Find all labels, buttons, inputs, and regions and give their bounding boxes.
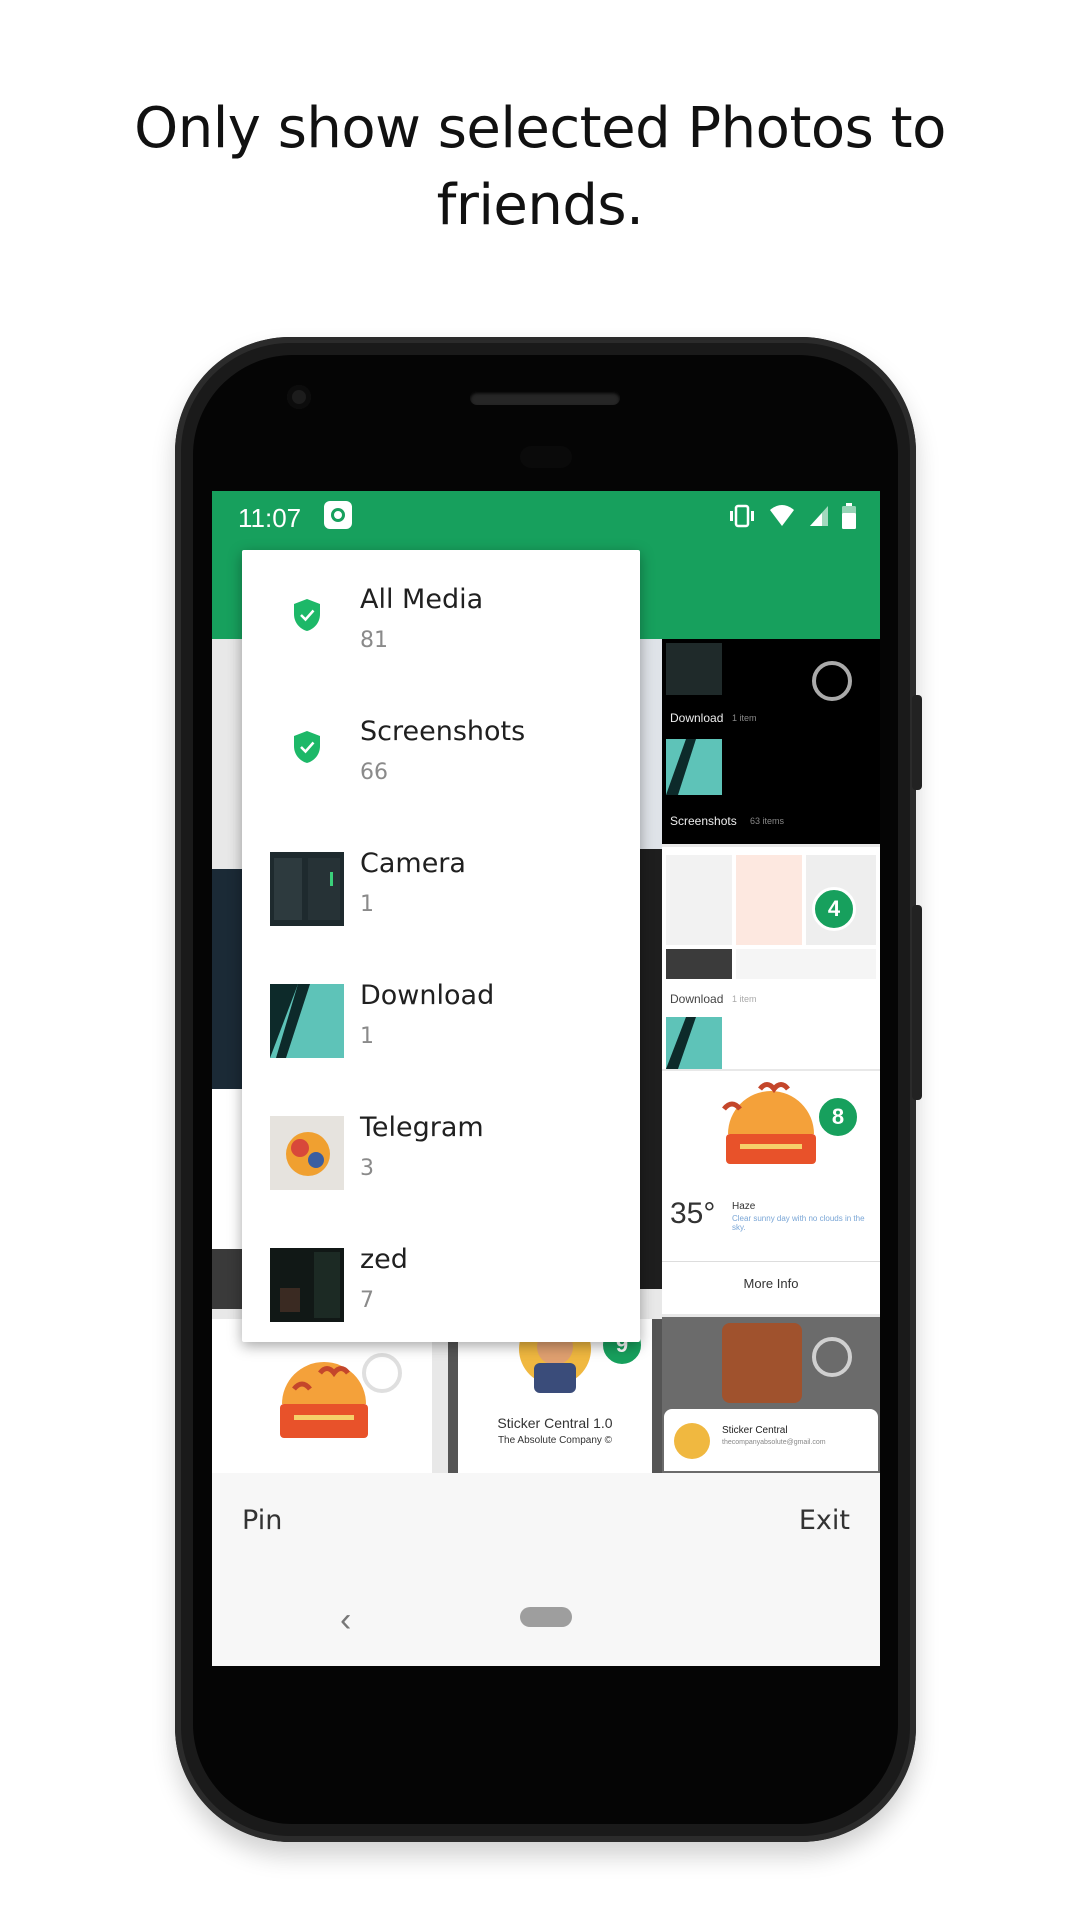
menu-item-download[interactable]: Download 1	[242, 946, 640, 1078]
selected-count-badge: 4	[812, 887, 856, 931]
select-ring[interactable]	[362, 1353, 402, 1393]
album-tile-screenshots[interactable]: 4 Download 1 item	[662, 847, 880, 1069]
bottom-action-bar: Pin Exit	[212, 1481, 880, 1581]
home-pill-icon[interactable]	[520, 1607, 572, 1627]
menu-item-all-media[interactable]: All Media 81	[242, 550, 640, 682]
sticker-app-company: The Absolute Company ©	[497, 1435, 613, 1446]
album-label: Download	[670, 711, 724, 725]
album-thumb	[666, 643, 722, 695]
app-logo-icon	[324, 501, 352, 529]
menu-item-telegram[interactable]: Telegram 3	[242, 1078, 640, 1210]
navigation-bar: ‹	[212, 1581, 880, 1666]
exit-button[interactable]: Exit	[799, 1505, 850, 1536]
screenshot-thumb	[666, 855, 732, 945]
menu-item-zed[interactable]: zed 7	[242, 1210, 640, 1342]
front-camera	[287, 385, 311, 409]
photo-tile[interactable]	[640, 849, 662, 1289]
sticker-card-name: Sticker Central	[722, 1425, 788, 1436]
menu-item-camera[interactable]: Camera 1	[242, 814, 640, 946]
weather-screenshot-tile[interactable]: 8 35° Haze Clear sunny day with no cloud…	[662, 1071, 880, 1314]
menu-item-count: 3	[360, 1156, 374, 1181]
camera-thumbnail	[270, 852, 344, 926]
earpiece	[470, 391, 620, 405]
select-ring[interactable]	[812, 661, 852, 701]
shield-icon	[294, 731, 320, 763]
menu-item-title: Camera	[360, 848, 466, 879]
back-icon[interactable]: ‹	[340, 1601, 351, 1640]
album-count: 1 item	[732, 713, 757, 723]
shield-icon	[294, 599, 320, 631]
photo-tile[interactable]	[212, 1249, 242, 1309]
sticker-image	[722, 1323, 802, 1403]
album-thumb	[666, 1017, 722, 1069]
sunset-sticker-image	[722, 1082, 816, 1164]
select-ring[interactable]	[812, 1337, 852, 1377]
more-info-link: More Info	[743, 1276, 799, 1291]
download-thumbnail	[270, 984, 344, 1058]
sticker-card: Sticker Central thecompanyabsolute@gmail…	[664, 1409, 878, 1471]
folder-dropdown-menu: All Media 81 Screenshots 66 Camera 1 Dow…	[242, 550, 640, 1342]
menu-item-count: 7	[360, 1288, 374, 1313]
menu-item-title: Telegram	[360, 1112, 484, 1143]
menu-item-count: 66	[360, 760, 388, 785]
telegram-thumbnail	[270, 1116, 344, 1190]
sticker-card-email: thecompanyabsolute@gmail.com	[722, 1439, 826, 1446]
album-count: 63 items	[750, 816, 785, 826]
screenshot-thumb	[736, 855, 802, 945]
album-count: 1 item	[732, 994, 757, 1004]
photo-tile[interactable]: 9 Sticker Central 1.0 The Absolute Compa…	[448, 1319, 662, 1473]
album-label: Screenshots	[670, 814, 737, 828]
menu-item-title: All Media	[360, 584, 484, 615]
weather-desc: Clear sunny day with no clouds in the sk…	[732, 1214, 865, 1232]
menu-item-title: Screenshots	[360, 716, 526, 747]
album-thumb	[666, 739, 722, 795]
weather-cond: Haze	[732, 1201, 756, 1212]
phone-power-button	[912, 695, 922, 790]
photo-tile[interactable]	[212, 869, 242, 1089]
photo-tile[interactable]	[212, 1089, 242, 1249]
menu-item-count: 1	[360, 1024, 374, 1049]
photo-tile[interactable]	[640, 639, 662, 849]
photo-tile[interactable]	[212, 1319, 432, 1473]
pin-button[interactable]: Pin	[242, 1505, 282, 1536]
zed-thumbnail	[270, 1248, 344, 1322]
menu-item-count: 1	[360, 892, 374, 917]
selected-count-badge: 8	[816, 1095, 860, 1139]
vibrate-icon	[730, 504, 754, 528]
menu-item-count: 81	[360, 628, 388, 653]
phone-volume-button	[912, 905, 922, 1100]
screenshot-thumb	[736, 949, 876, 979]
menu-item-screenshots[interactable]: Screenshots 66	[242, 682, 640, 814]
headline: Only show selected Photos to friends.	[134, 96, 946, 238]
avatar	[674, 1423, 710, 1459]
screenshot-thumb	[666, 949, 732, 979]
proximity-sensor	[520, 446, 572, 468]
status-icons	[728, 502, 856, 530]
signal-icon	[810, 506, 828, 526]
phone-screen: 11:07 9 Sticker Central 1.0 The Absolute…	[212, 491, 880, 1666]
menu-item-title: Download	[360, 980, 495, 1011]
album-tile-download[interactable]: Download 1 item Screenshots 63 items	[662, 639, 880, 844]
sticker-central-screenshot-tile[interactable]: Sticker Central thecompanyabsolute@gmail…	[662, 1317, 880, 1473]
sticker-app-title: Sticker Central 1.0	[497, 1415, 613, 1431]
status-time: 11:07	[238, 503, 302, 533]
menu-item-title: zed	[360, 1244, 408, 1275]
divider	[662, 1261, 880, 1262]
battery-icon	[842, 503, 856, 529]
wifi-icon	[770, 505, 794, 526]
weather-temp: 35°	[670, 1197, 716, 1230]
status-bar: 11:07	[212, 491, 880, 548]
album-label: Download	[670, 992, 724, 1006]
sunset-sticker-image	[280, 1362, 368, 1438]
